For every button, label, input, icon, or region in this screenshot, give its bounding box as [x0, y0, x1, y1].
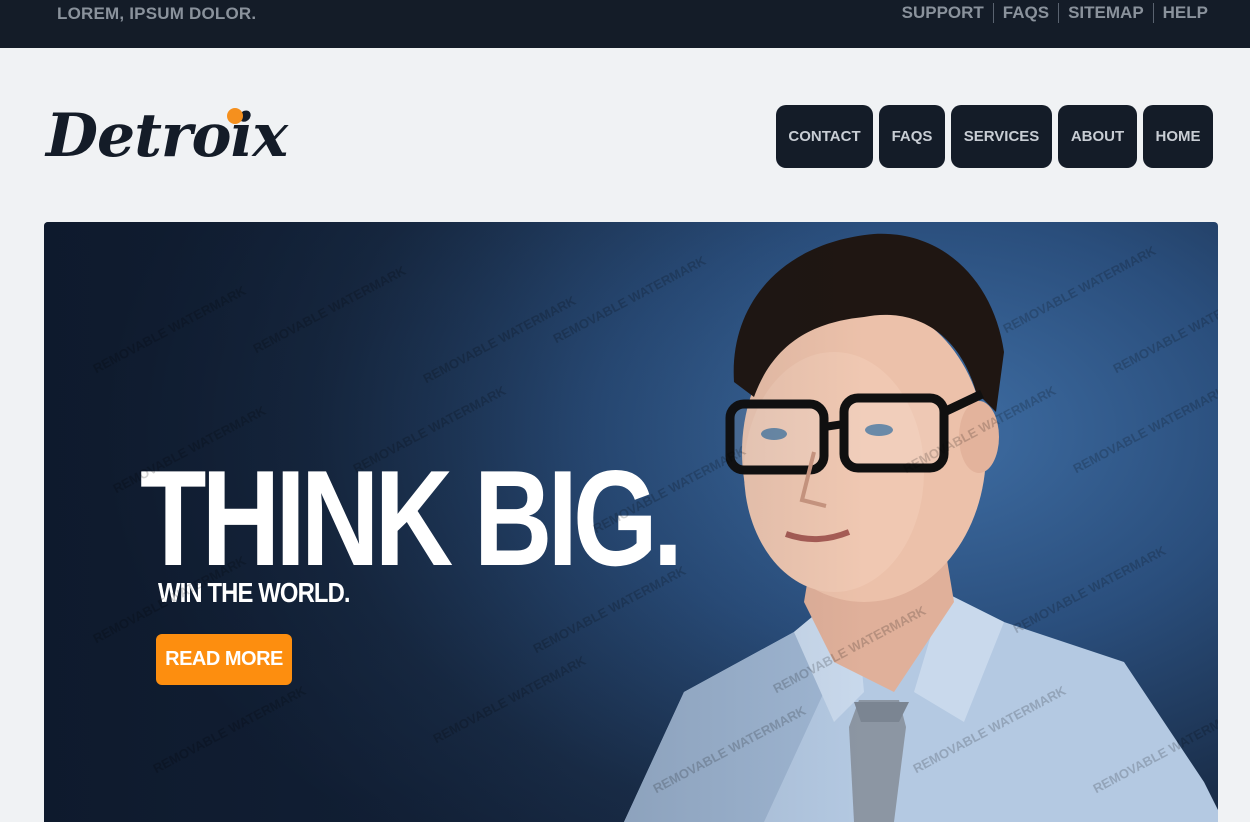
faqs-link[interactable]: FAQS — [994, 3, 1058, 23]
read-more-button[interactable]: READ MORE — [156, 634, 292, 685]
site-tagline: LOREM, IPSUM DOLOR. — [57, 4, 257, 23]
top-bar: LOREM, IPSUM DOLOR. SUPPORT FAQS SITEMAP… — [0, 0, 1250, 48]
nav-contact-button[interactable]: CONTACT — [776, 105, 873, 168]
utility-nav: SUPPORT FAQS SITEMAP HELP — [893, 3, 1208, 23]
sitemap-link[interactable]: SITEMAP — [1059, 3, 1153, 23]
hero-banner: THINK BIG. WIN THE WORLD. READ MORE REMO… — [44, 222, 1218, 822]
support-link[interactable]: SUPPORT — [893, 3, 993, 23]
nav-services-button[interactable]: SERVICES — [951, 105, 1052, 168]
hero-subline: WIN THE WORLD. — [158, 577, 351, 608]
hero-headline: THINK BIG. — [140, 442, 683, 594]
nav-about-button[interactable]: ABOUT — [1058, 105, 1137, 168]
logo-dot — [227, 108, 243, 124]
nav-faqs-button[interactable]: FAQS — [879, 105, 945, 168]
main-nav: CONTACT FAQS SERVICES ABOUT HOME — [776, 105, 1213, 168]
nav-home-button[interactable]: HOME — [1143, 105, 1213, 168]
help-link[interactable]: HELP — [1154, 3, 1208, 23]
logo-text: Detroix — [46, 101, 288, 171]
site-logo[interactable]: Detroix — [46, 96, 288, 176]
